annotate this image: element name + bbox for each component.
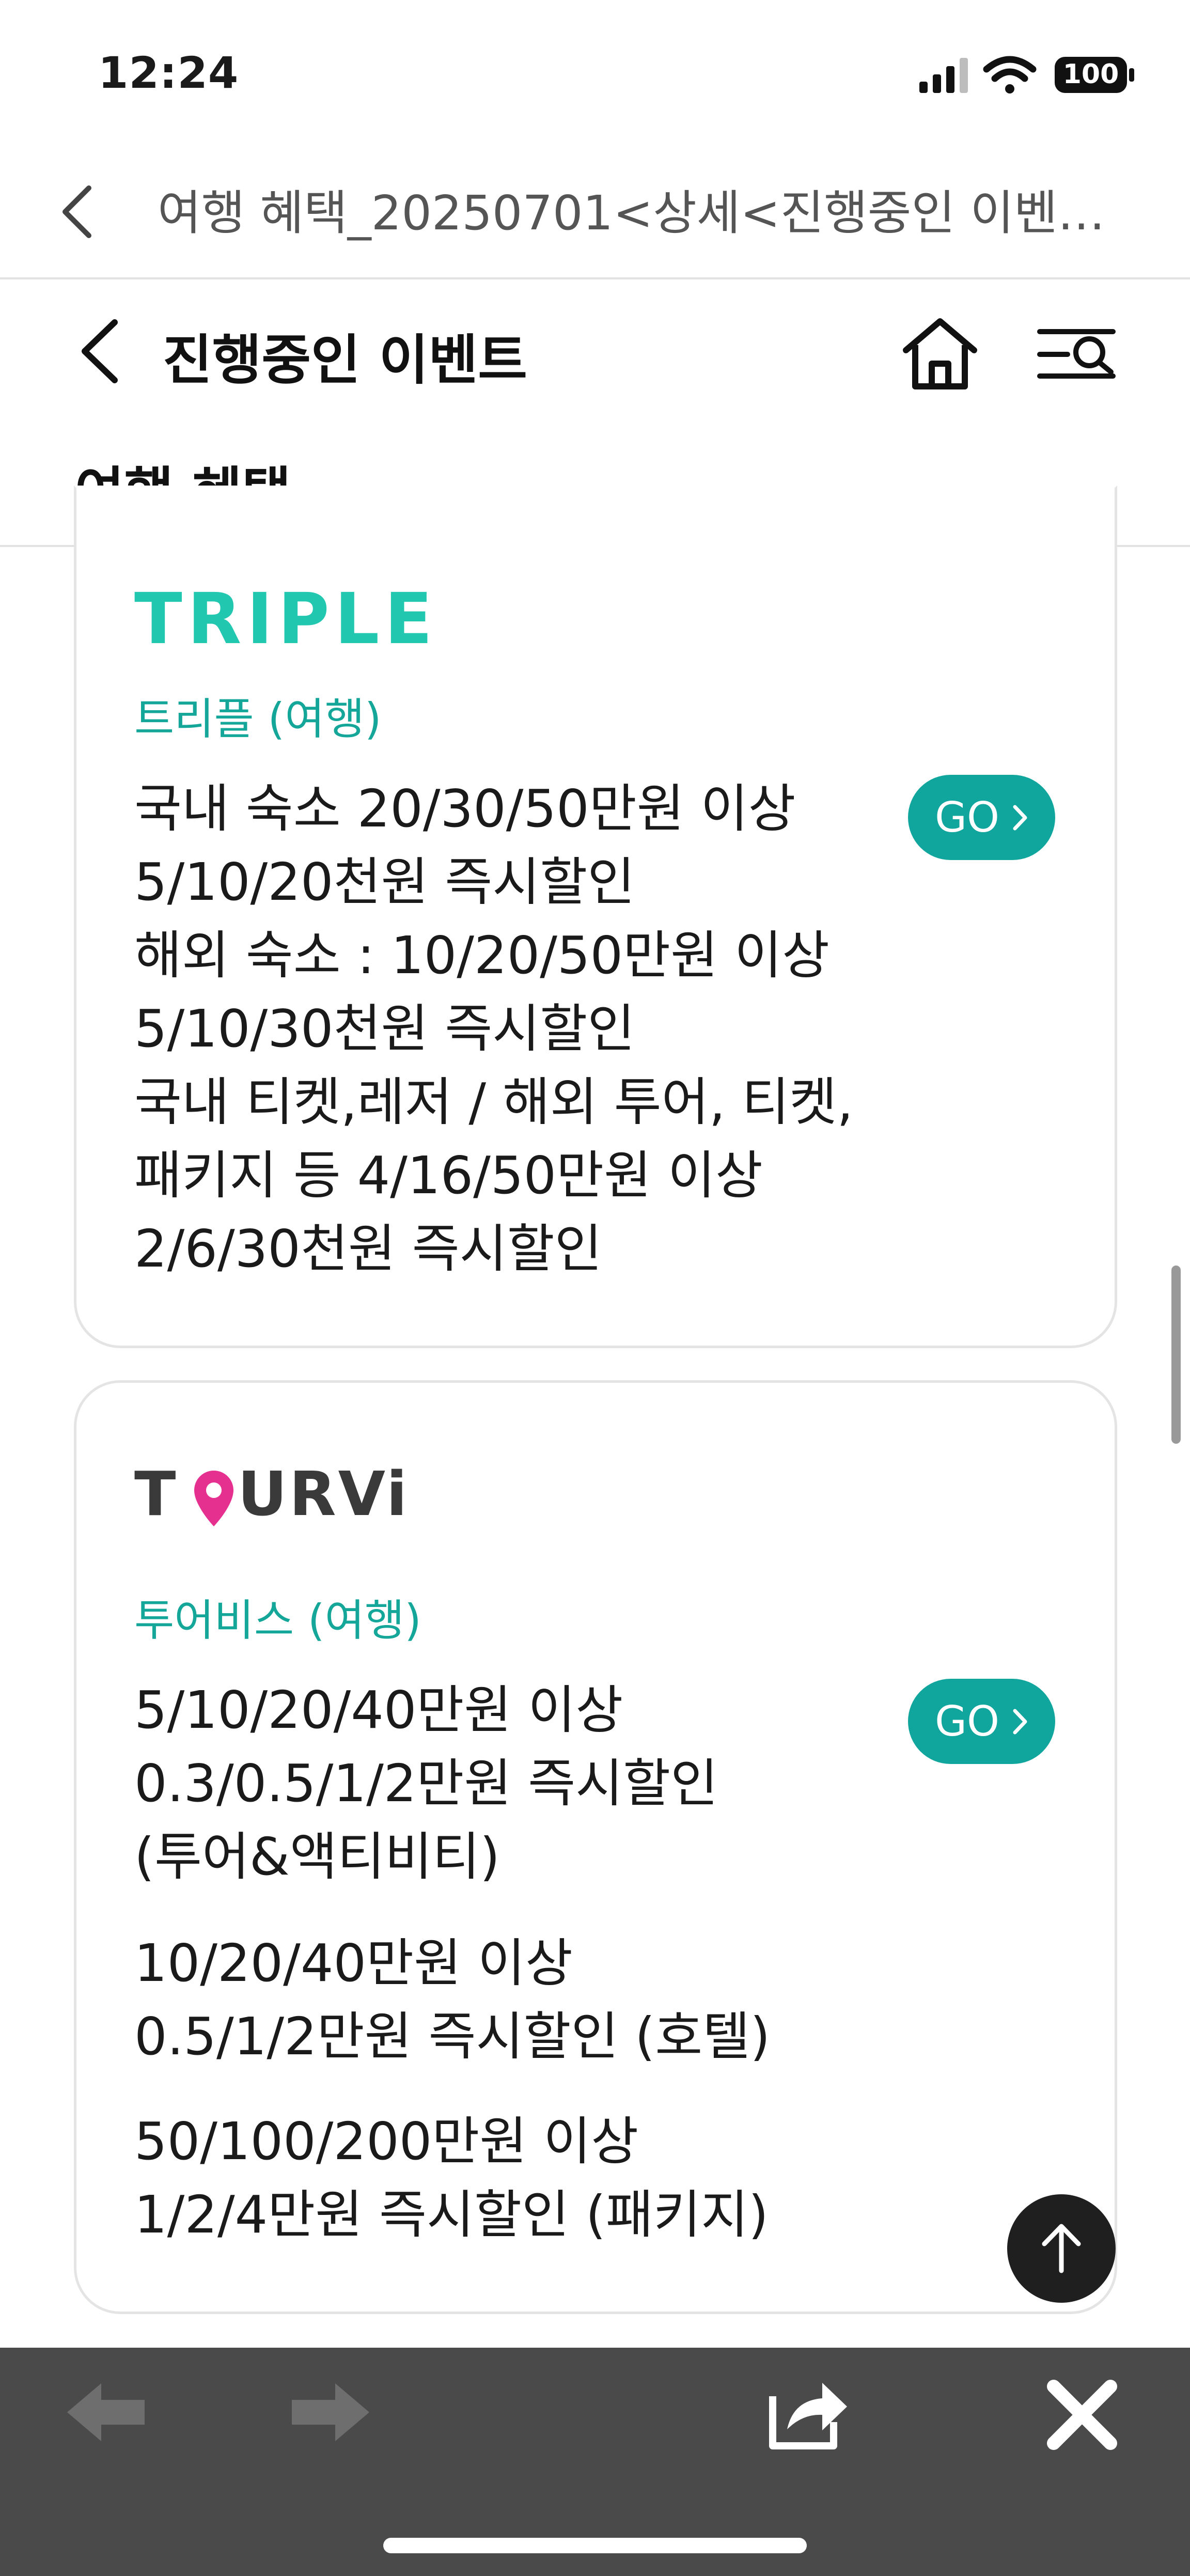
toolbar-share-button[interactable] <box>764 2368 852 2456</box>
url-back-button[interactable] <box>57 181 98 243</box>
wifi-icon <box>983 56 1037 93</box>
description-line: 50/100/200만원 이상 <box>134 2111 639 2172</box>
card-description: 5/10/20/40만원 이상 0.3/0.5/1/2만원 즉시할인 (투어&액… <box>134 1674 718 1894</box>
toolbar-close-button[interactable] <box>1043 2376 1121 2454</box>
description-line: 0.5/1/2만원 즉시할인 (호텔) <box>134 2006 771 2067</box>
battery-level: 100 <box>1062 59 1119 90</box>
triple-logo: TRIPLE <box>134 579 438 660</box>
home-button[interactable] <box>899 315 981 393</box>
home-indicator[interactable] <box>383 2538 807 2553</box>
menu-search-button[interactable] <box>1036 320 1118 387</box>
description-line: (투어&액티비티) <box>134 1826 500 1887</box>
svg-text:T: T <box>134 1458 176 1529</box>
card-category: 트리플 (여행) <box>134 694 382 744</box>
arrow-left-icon <box>67 2383 145 2441</box>
arrow-up-icon <box>1042 2224 1081 2273</box>
toolbar-back-button[interactable] <box>62 2376 150 2448</box>
description-line: 패키지 등 4/16/50만원 이상 <box>134 1145 763 1206</box>
page-title: 진행중인 이벤트 <box>163 329 527 392</box>
card-category: 투어비스 (여행) <box>134 1595 421 1646</box>
go-label: GO <box>935 1697 999 1745</box>
arrow-right-icon <box>292 2383 369 2441</box>
scrollbar-thumb[interactable] <box>1171 1266 1181 1444</box>
description-line: 1/2/4만원 즉시할인 (패키지) <box>134 2184 769 2245</box>
url-title[interactable]: 여행 혜택_20250701<상세<진행중인 이벤트<리워드<YES <box>158 175 1139 243</box>
description-line: 5/10/30천원 즉시할인 <box>134 998 635 1059</box>
chevron-left-icon <box>62 185 91 238</box>
toolbar-forward-button[interactable] <box>287 2376 374 2448</box>
go-label: GO <box>935 793 999 841</box>
tourvis-logo: T URViS <box>134 1454 453 1532</box>
location-pin-icon <box>194 1470 233 1526</box>
description-line: 2/6/30천원 즉시할인 <box>134 1219 602 1279</box>
signal-icon <box>919 58 968 93</box>
share-icon <box>769 2383 847 2449</box>
card-description: 국내 숙소 20/30/50만원 이상 5/10/20천원 즉시할인 해외 숙소… <box>134 772 853 1286</box>
description-line: 해외 숙소 : 10/20/50만원 이상 <box>134 925 829 986</box>
card-description: 50/100/200만원 이상 1/2/4만원 즉시할인 (패키지) <box>134 2105 769 2252</box>
chevron-left-icon <box>82 319 118 383</box>
description-line: 5/10/20천원 즉시할인 <box>134 852 635 912</box>
go-button-triple[interactable]: GO <box>908 775 1055 860</box>
tourvis-logo-text: URViS <box>238 1458 413 1529</box>
url-divider <box>0 277 1190 279</box>
status-time: 12:24 <box>98 48 239 98</box>
description-line: 5/10/20/40만원 이상 <box>134 1680 623 1740</box>
go-button-tourvis[interactable]: GO <box>908 1679 1055 1764</box>
description-line: 0.3/0.5/1/2만원 즉시할인 <box>134 1753 718 1814</box>
status-icons: 100 <box>919 52 1136 98</box>
close-icon <box>1047 2380 1117 2450</box>
description-line: 국내 숙소 20/30/50만원 이상 <box>134 778 796 839</box>
chevron-right-icon <box>1013 1709 1027 1734</box>
header-back-button[interactable] <box>72 315 129 387</box>
scroll-top-button[interactable] <box>1007 2194 1116 2303</box>
home-icon <box>903 318 977 389</box>
menu-search-icon <box>1037 329 1116 379</box>
card-description: 10/20/40만원 이상 0.5/1/2만원 즉시할인 (호텔) <box>134 1927 770 2073</box>
description-line: 국내 티켓,레저 / 해외 투어, 티켓, <box>134 1072 853 1132</box>
description-line: 10/20/40만원 이상 <box>134 1933 573 1993</box>
chevron-right-icon <box>1013 805 1027 830</box>
